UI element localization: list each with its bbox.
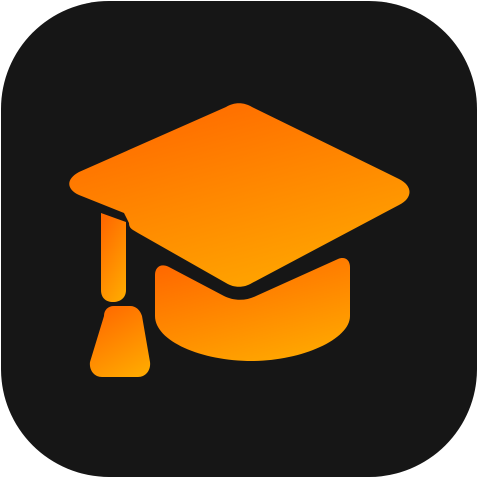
app-icon[interactable] — [0, 0, 478, 478]
app-icon-graphic — [1, 1, 477, 477]
tassel-cord — [101, 213, 126, 302]
